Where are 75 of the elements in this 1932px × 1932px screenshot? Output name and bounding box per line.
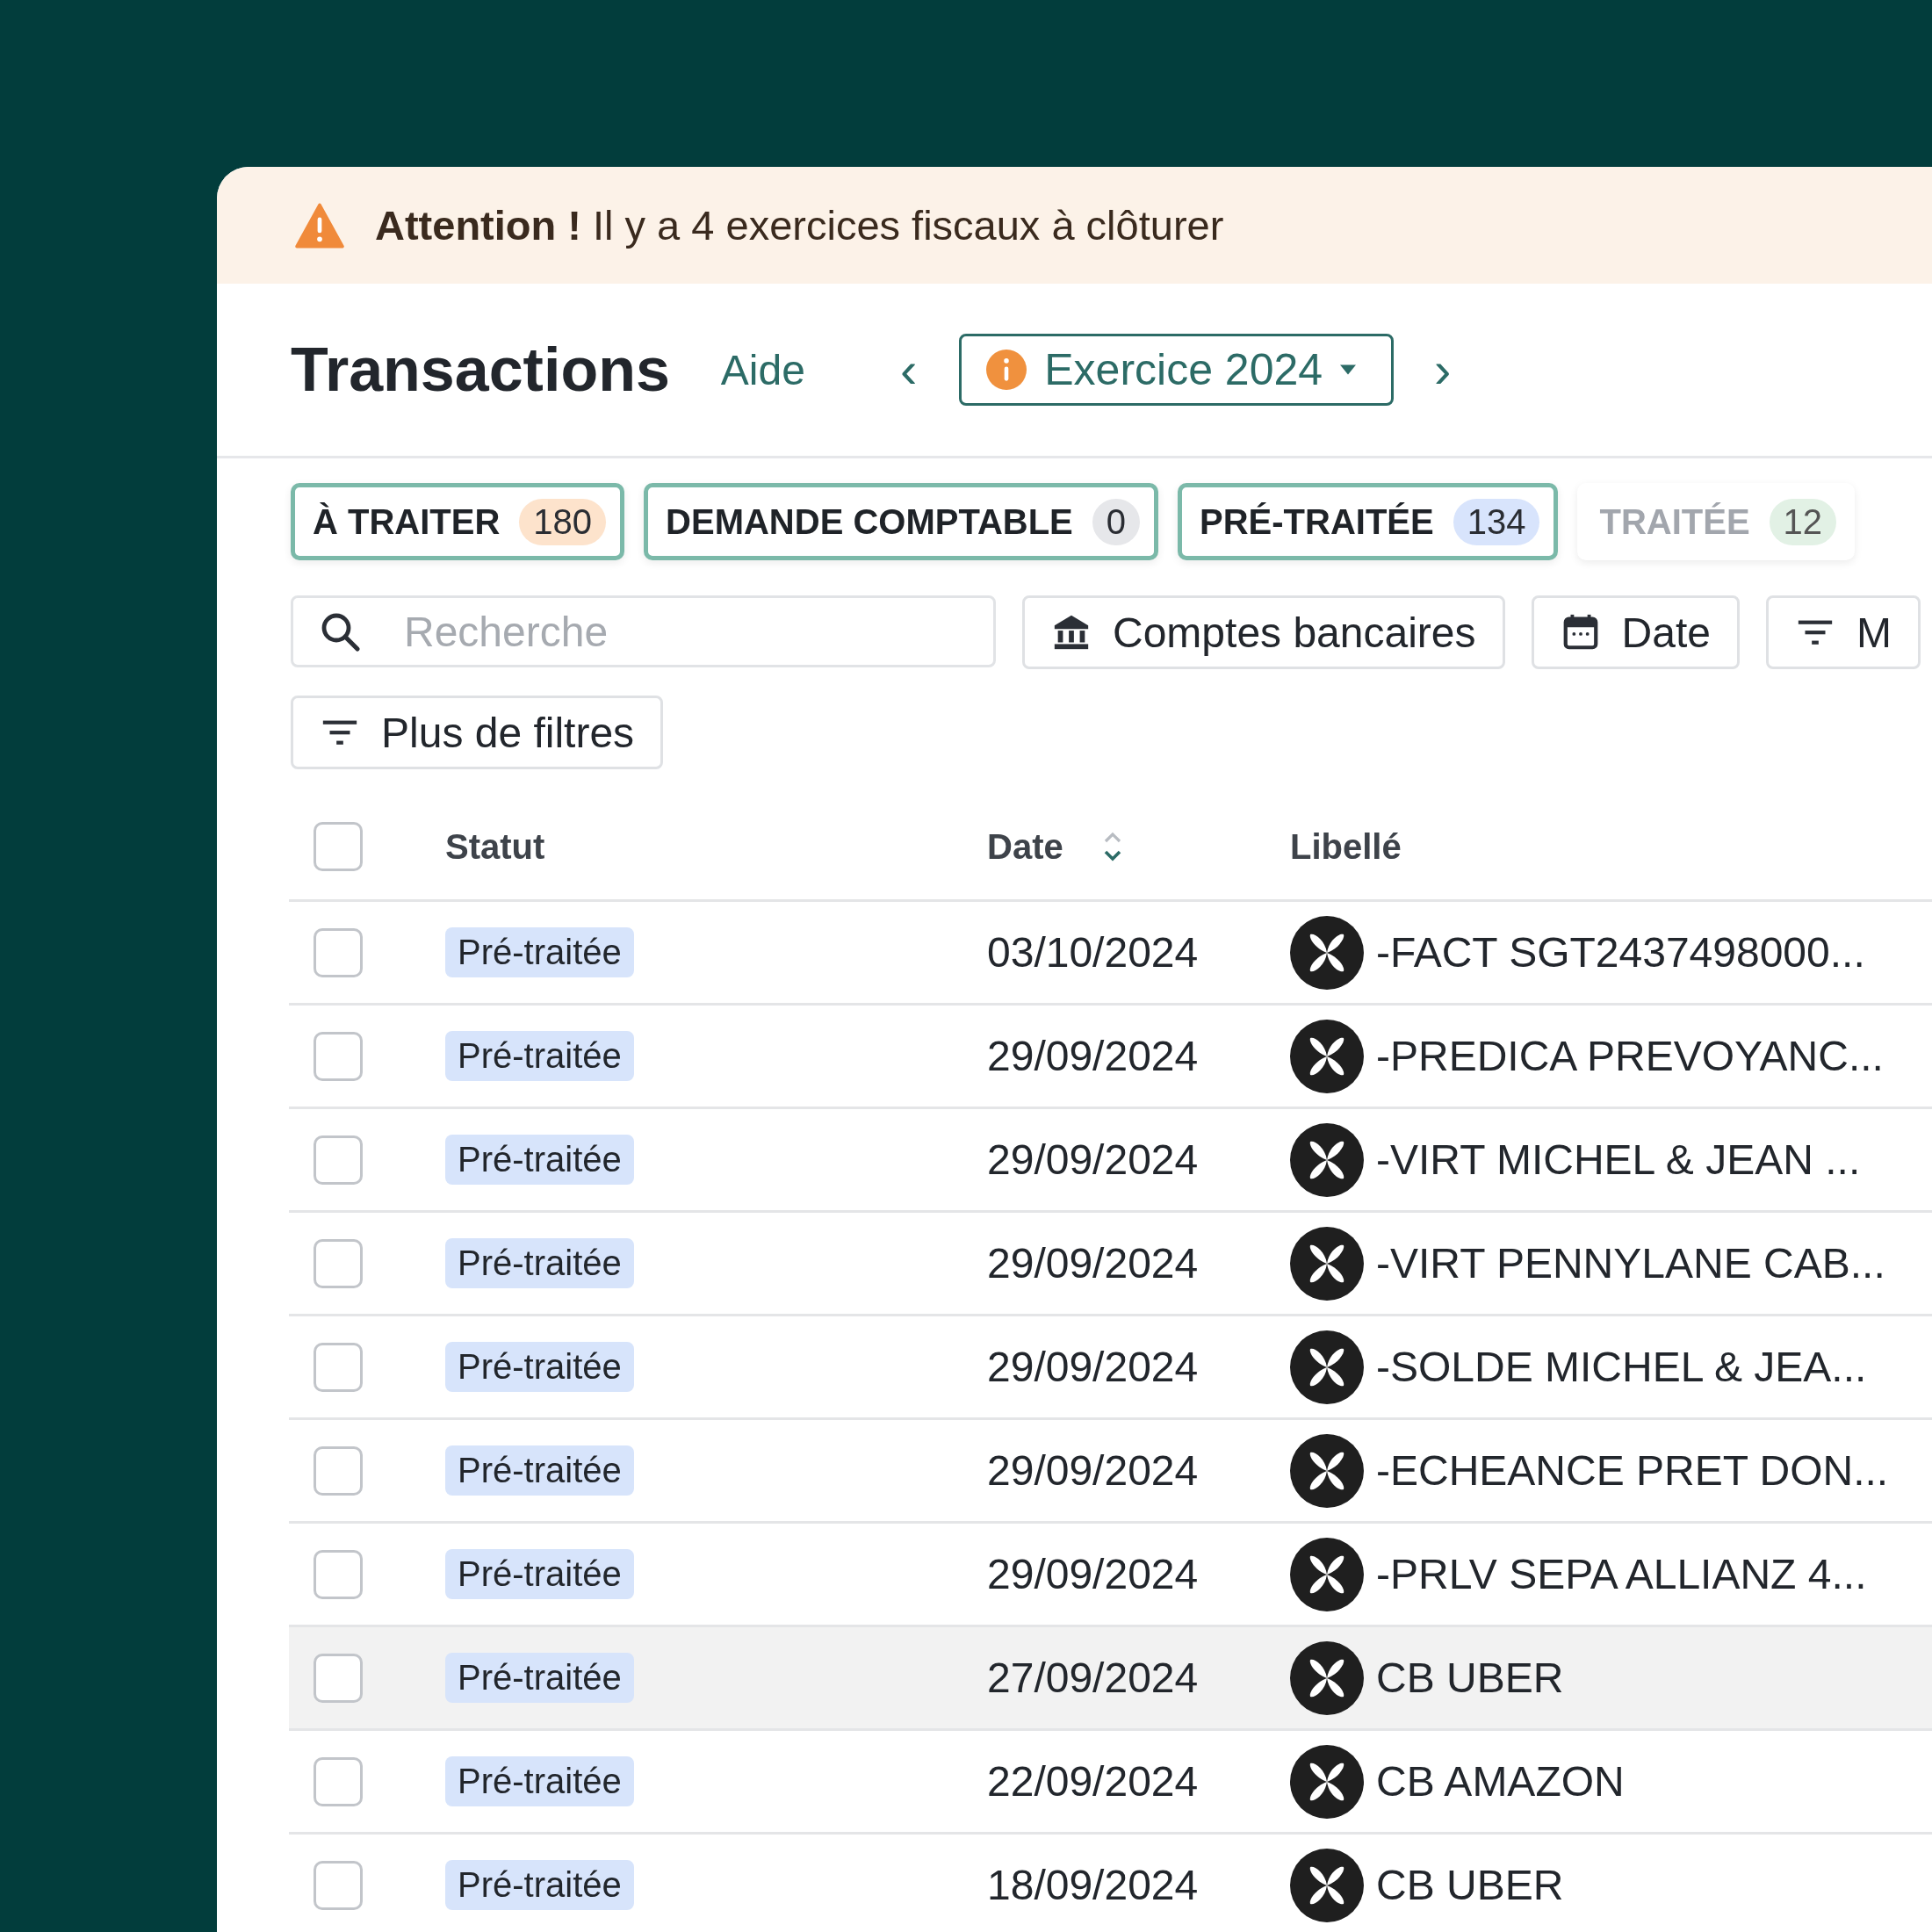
status-tag: Pré-traitée xyxy=(445,1445,634,1496)
status-tag: Pré-traitée xyxy=(445,1342,634,1392)
status-tag: Pré-traitée xyxy=(445,1756,634,1806)
status-tab[interactable]: DEMANDE COMPTABLE 0 xyxy=(644,483,1159,560)
checkbox[interactable] xyxy=(314,822,363,871)
checkbox[interactable] xyxy=(314,1342,363,1392)
flower-logo-icon xyxy=(1290,1433,1364,1508)
status-tag: Pré-traitée xyxy=(445,1238,634,1288)
checkbox[interactable] xyxy=(314,1549,363,1599)
flower-logo-icon xyxy=(1290,1537,1364,1611)
checkbox[interactable] xyxy=(314,1445,363,1496)
flower-logo-icon xyxy=(1290,1226,1364,1301)
period-dropdown[interactable]: Exercice 2024 xyxy=(959,334,1395,406)
status-tag: Pré-traitée xyxy=(445,1549,634,1599)
previous-button[interactable]: ‹ xyxy=(894,344,923,395)
filter-button[interactable]: Date xyxy=(1531,595,1740,669)
transaction-label: -ECHEANCE PRET DON... xyxy=(1376,1446,1889,1495)
more-filters-button[interactable]: Plus de filtres xyxy=(291,696,664,769)
date-text: 29/09/2024 xyxy=(987,1135,1199,1184)
status-tag: Pré-traitée xyxy=(445,1653,634,1703)
column-header[interactable]: Libellé xyxy=(1290,826,1402,867)
date-text: 29/09/2024 xyxy=(987,1032,1199,1080)
checkbox[interactable] xyxy=(314,1238,363,1288)
next-button[interactable]: › xyxy=(1429,344,1457,395)
flower-logo-icon xyxy=(1290,1330,1364,1404)
caret-icon xyxy=(1340,364,1357,375)
flower-logo-icon xyxy=(1290,1848,1364,1922)
count-badge: 0 xyxy=(1092,498,1141,545)
date-text: 29/09/2024 xyxy=(987,1446,1199,1495)
checkbox[interactable] xyxy=(314,1653,363,1703)
transaction-label: -SOLDE MICHEL & JEA... xyxy=(1376,1343,1867,1391)
count-badge: 180 xyxy=(519,498,607,545)
page-title: Transactions xyxy=(291,335,670,405)
transaction-label: -PRLV SEPA ALLIANZ 4... xyxy=(1376,1550,1867,1598)
count-badge: 134 xyxy=(1453,498,1540,545)
transaction-label: -VIRT PENNYLANE CAB... xyxy=(1376,1239,1885,1287)
date-text: 29/09/2024 xyxy=(987,1343,1199,1391)
checkbox[interactable] xyxy=(314,927,363,977)
status-tab[interactable]: PRÉ-TRAITÉE 134 xyxy=(1178,483,1559,560)
date-text: 03/10/2024 xyxy=(987,928,1199,977)
flower-logo-icon xyxy=(1290,1019,1364,1093)
checkbox[interactable] xyxy=(314,1756,363,1806)
date-text: 29/09/2024 xyxy=(987,1239,1199,1287)
flower-logo-icon xyxy=(1290,1122,1364,1197)
date-text: 22/09/2024 xyxy=(987,1757,1199,1806)
help-link[interactable]: Aide xyxy=(720,345,805,394)
date-text: 18/09/2024 xyxy=(987,1861,1199,1909)
transaction-label: -FACT SGT2437498000... xyxy=(1376,928,1865,977)
transaction-label: -PREDICA PREVOYANC... xyxy=(1376,1032,1884,1080)
flower-logo-icon xyxy=(1290,915,1364,990)
date-text: 27/09/2024 xyxy=(987,1654,1199,1702)
checkbox[interactable] xyxy=(314,1135,363,1185)
checkbox[interactable] xyxy=(314,1031,363,1081)
filter-button[interactable]: Comptes bancaires xyxy=(1022,595,1505,669)
status-tab[interactable]: À TRAITER 180 xyxy=(291,483,625,560)
date-text: 29/09/2024 xyxy=(987,1550,1199,1598)
column-header[interactable]: Statut xyxy=(445,826,545,867)
search-field[interactable]: Recherche xyxy=(291,595,996,667)
transaction-label: CB AMAZON xyxy=(1376,1757,1625,1806)
flower-logo-icon xyxy=(1290,1744,1364,1819)
status-tag: Pré-traitée xyxy=(445,1135,634,1185)
status-tag: Pré-traitée xyxy=(445,1860,634,1910)
status-tag: Pré-traitée xyxy=(445,927,634,977)
checkbox[interactable] xyxy=(314,1860,363,1910)
status-tag: Pré-traitée xyxy=(445,1031,634,1081)
transaction-label: -VIRT MICHEL & JEAN ... xyxy=(1376,1135,1861,1184)
warning-icon xyxy=(294,202,345,249)
transaction-label: CB UBER xyxy=(1376,1861,1564,1909)
alert-message: Attention ! Il y a 4 exercices fiscaux à clôturer xyxy=(375,201,1224,249)
count-badge: 12 xyxy=(1769,498,1837,545)
column-header[interactable]: Date xyxy=(987,826,1063,867)
flower-logo-icon xyxy=(1290,1640,1364,1715)
filter-button[interactable]: M xyxy=(1765,595,1921,669)
highlighted-row[interactable]: Pré-traitée 27/09/2024 CB UBER xyxy=(289,1627,1932,1731)
transaction-label: CB UBER xyxy=(1376,1654,1564,1702)
